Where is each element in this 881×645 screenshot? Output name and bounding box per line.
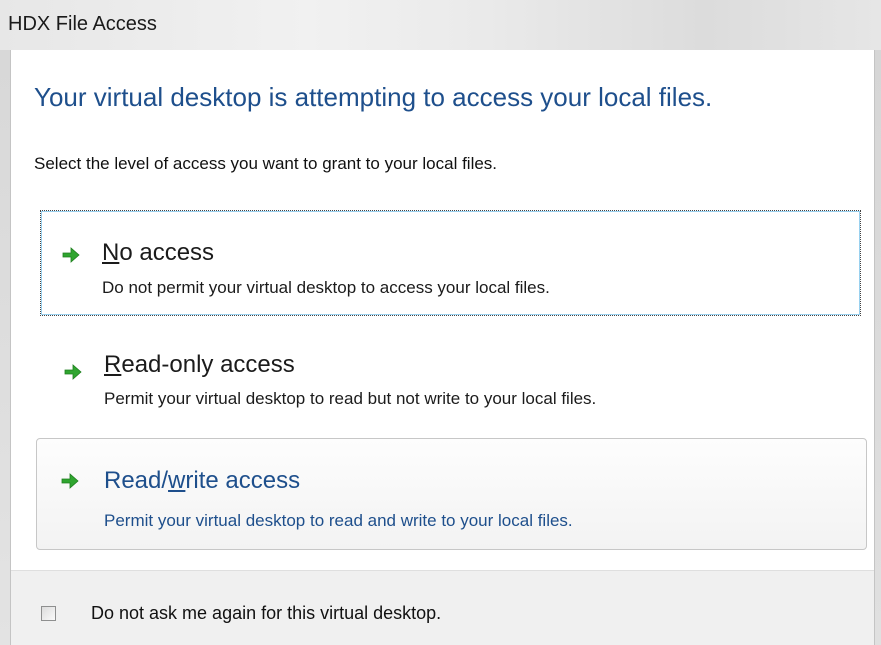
green-arrow-icon <box>62 247 80 263</box>
option-read-write-access-description: Permit your virtual desktop to read and … <box>104 511 573 530</box>
main-instruction: Your virtual desktop is attempting to ac… <box>34 82 713 112</box>
access-key: w <box>168 467 186 494</box>
option-no-access-title: No access <box>102 239 215 266</box>
option-read-only-access[interactable]: Read-only access Permit your virtual des… <box>40 328 861 428</box>
option-read-write-access[interactable]: Read/write access Permit your virtual de… <box>36 438 867 550</box>
option-read-only-access-description: Permit your virtual desktop to read but … <box>104 389 597 408</box>
access-key: R <box>104 351 122 378</box>
option-read-write-access-title: Read/write access <box>104 467 301 494</box>
content-text: Select the level of access you want to g… <box>34 154 498 173</box>
green-arrow-icon <box>64 364 82 380</box>
dialog-content: Your virtual desktop is attempting to ac… <box>11 50 874 570</box>
do-not-ask-checkbox-label[interactable]: Do not ask me again for this virtual des… <box>91 603 441 624</box>
access-key: N <box>102 239 120 266</box>
title-bar[interactable]: HDX File Access <box>0 0 881 50</box>
option-no-access-description: Do not permit your virtual desktop to ac… <box>102 278 550 297</box>
window-title: HDX File Access <box>8 13 157 35</box>
option-no-access[interactable]: No access Do not permit your virtual des… <box>40 210 861 316</box>
window-frame-left <box>0 50 11 645</box>
green-arrow-icon <box>61 473 79 489</box>
window-frame-right <box>874 50 881 645</box>
option-read-only-access-title: Read-only access <box>104 351 295 378</box>
do-not-ask-checkbox[interactable] <box>41 606 56 621</box>
dialog-footer: Do not ask me again for this virtual des… <box>11 570 874 645</box>
